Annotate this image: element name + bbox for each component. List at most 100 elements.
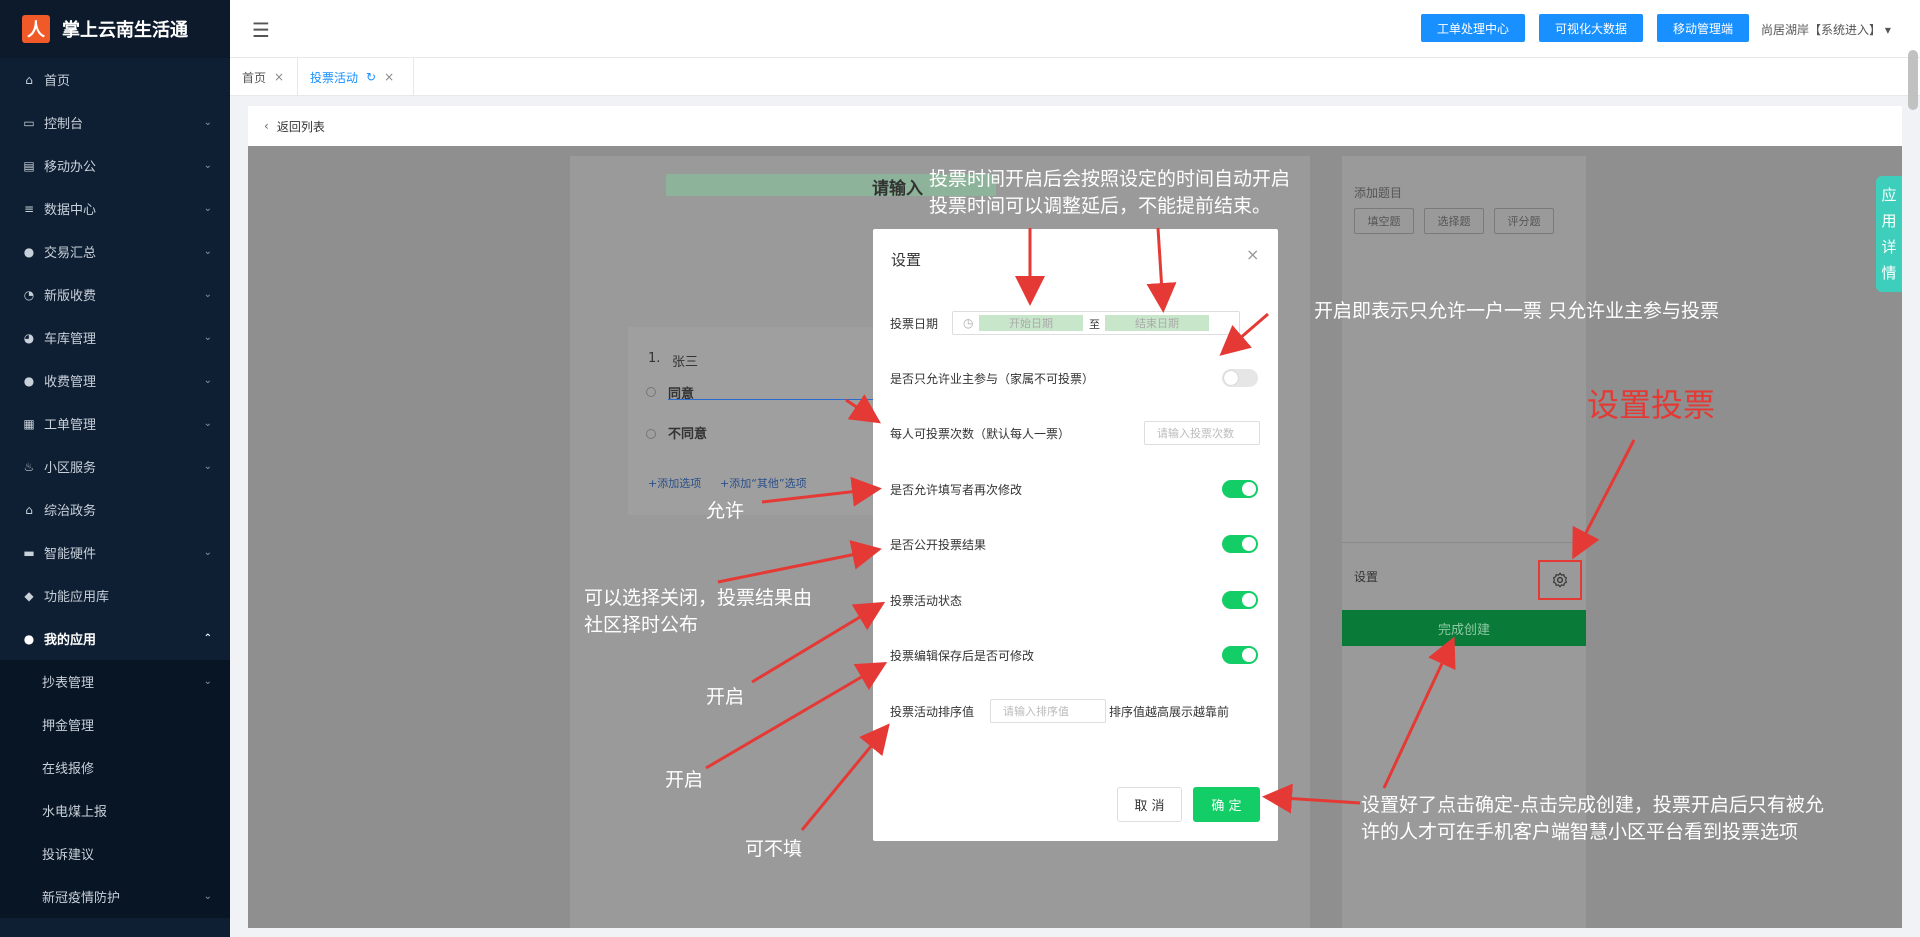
annotation-allow: 允许 [706,500,745,522]
sidebar-item[interactable]: ● 收费管理 ⌄ [0,359,230,402]
settings-gear-button[interactable] [1538,560,1582,600]
chevron-down-icon: ⌄ [203,117,212,128]
sidebar-subitem[interactable]: 押金管理 [0,703,230,746]
sidebar-subitem[interactable]: 在线报修 [0,746,230,789]
sidebar-item[interactable]: ▬ 智能硬件 ⌄ [0,531,230,574]
app-detail-char: 详 [1881,238,1897,256]
sidebar-item[interactable]: ▭ 控制台 ⌄ [0,101,230,144]
finish-create-button[interactable]: 完成创建 [1342,610,1586,646]
sidebar-item-label: 数据中心 [44,203,97,218]
sidebar-item[interactable]: ◆ 功能应用库 [0,574,230,617]
question-card[interactable]: 1. 张三 同意 不同意 +添加选项 +添加“其他”选项 [628,327,878,515]
vote-date-range-picker[interactable]: ◷ 开始日期 至 结束日期 [952,311,1240,335]
sidebar-item-label: 交易汇总 [44,246,97,261]
back-to-list-link[interactable]: 返回列表 [277,118,325,135]
rating-button[interactable]: 评分题 [1494,208,1554,234]
add-option-link[interactable]: +添加选项 [648,475,701,491]
sidebar-item-label: 功能应用库 [44,590,110,605]
database-icon: ≡ [23,201,35,216]
visual-bigdata-button[interactable]: 可视化大数据 [1539,14,1643,42]
sidebar-item[interactable]: ⌂ 首页 [0,58,230,101]
owner-only-label: 是否只允许业主参与（家属不可投票） [890,372,1095,386]
start-date-input[interactable]: 开始日期 [979,315,1083,331]
cancel-button[interactable]: 取 消 [1117,787,1182,822]
annotation-time-line2: 投票时间可以调整延后，不能提前结束。 [929,195,1272,217]
refresh-icon[interactable]: ↻ [366,70,376,84]
sidebar-item[interactable]: ♨ 小区服务 ⌄ [0,445,230,488]
annotation-optional: 可不填 [745,838,803,860]
brand[interactable]: 人 掌上云南生活通 [0,0,230,58]
sidebar-item[interactable]: ≡ 数据中心 ⌄ [0,187,230,230]
chevron-down-icon: ⌄ [203,418,212,429]
chevron-down-icon: ⌄ [203,891,212,902]
sidebar-item[interactable]: ● 我的应用 ⌃ [0,617,230,660]
sort-note: 排序值越高展示越靠前 [1109,705,1230,719]
radio-icon [646,387,656,397]
sidebar-item[interactable]: ◔ 新版收费 ⌄ [0,273,230,316]
toggle-knob [1242,537,1256,551]
tab-label: 首页 [242,70,267,85]
sidebar-subitem-label: 押金管理 [42,719,95,734]
activity-status-toggle[interactable] [1222,591,1258,609]
sidebar-subitem[interactable]: 抄表管理 ⌄ [0,660,230,703]
vote-date-label: 投票日期 [890,317,939,331]
workorder-center-button[interactable]: 工单处理中心 [1421,14,1525,42]
choice-button[interactable]: 选择题 [1424,208,1484,234]
document-icon: ▦ [23,416,35,431]
moneybag-icon: ● [23,244,35,259]
mobile-admin-button[interactable]: 移动管理端 [1657,14,1749,42]
sidebar-item[interactable]: ● 交易汇总 ⌄ [0,230,230,273]
close-icon[interactable]: × [1246,245,1259,264]
sidebar-item-label: 小区服务 [44,461,97,476]
toggle-knob [1242,648,1256,662]
public-result-label: 是否公开投票结果 [890,538,987,552]
vote-count-input[interactable]: 请输入投票次数 [1144,421,1260,445]
allow-modify-toggle[interactable] [1222,480,1258,498]
monitor-icon: ▭ [23,115,35,130]
app-detail-char: 应 [1881,186,1897,204]
sidebar-item[interactable]: ▤ 移动办公 ⌄ [0,144,230,187]
sidebar-subitem[interactable]: 新冠疫情防护 ⌄ [0,875,230,918]
app-detail-tab[interactable]: 应 用 详 情 [1876,176,1902,292]
hardware-icon: ▬ [23,545,35,560]
survey-title-text: 请输入 [872,179,923,199]
owner-only-toggle[interactable] [1222,369,1258,387]
back-bar[interactable]: ‹ 返回列表 [248,106,1902,146]
tab-home[interactable]: 首页 × [230,58,298,96]
cube-icon: ◆ [24,588,34,603]
annotation-owner-only: 开启即表示只允许一户一票 只允许业主参与投票 [1314,300,1720,322]
editable-after-save-toggle[interactable] [1222,646,1258,664]
scrollbar[interactable] [1908,50,1918,110]
sidebar-menu: ⌂ 首页 ▭ 控制台 ⌄ ▤ 移动办公 ⌄ ≡ 数据中心 ⌄ ● 交易汇总 ⌄ ◔ 新版收费 ⌄ ◕ 车库管理 ⌄ ● 收… [0,58,230,660]
sidebar-subitem[interactable]: 投诉建议 [0,832,230,875]
radio-icon [646,429,656,439]
end-date-input[interactable]: 结束日期 [1105,315,1209,331]
close-icon[interactable]: × [274,70,284,84]
app-detail-char: 用 [1881,212,1897,230]
service-icon: ♨ [23,459,35,474]
app-title: 掌上云南生活通 [62,20,188,41]
sidebar-item[interactable]: ◕ 车库管理 ⌄ [0,316,230,359]
sidebar-item-label: 收费管理 [44,375,97,390]
sidebar-item[interactable]: ⌂ 综治政务 [0,488,230,531]
sidebar-item[interactable]: ▦ 工单管理 ⌄ [0,402,230,445]
sidebar-subitem-label: 在线报修 [42,762,95,777]
sidebar-item-label: 工单管理 [44,418,97,433]
fill-blank-button[interactable]: 填空题 [1354,208,1414,234]
menu-toggle-icon[interactable]: ☰ [252,18,270,42]
close-icon[interactable]: × [384,70,394,84]
sidebar-subitem[interactable]: 水电煤上报 [0,789,230,832]
sort-input[interactable]: 请输入排序值 [990,699,1106,723]
add-other-option-link[interactable]: +添加“其他”选项 [720,475,807,491]
allow-modify-label: 是否允许填写者再次修改 [890,483,1023,497]
pie-icon: ◔ [23,287,35,302]
public-result-toggle[interactable] [1222,535,1258,553]
confirm-button[interactable]: 确 定 [1193,787,1260,822]
option-disagree[interactable]: 不同意 [668,423,707,442]
tab-vote-activity[interactable]: 投票活动 ↻ × [298,58,414,96]
user-dropdown[interactable]: 尚居湖岸【系统进入】 ▾ [1761,21,1891,38]
sidebar-item-label: 智能硬件 [44,547,97,562]
sidebar-subitem-label: 新冠疫情防护 [42,891,121,906]
annotation-open1: 开启 [706,686,745,708]
app-logo-icon: 人 [22,15,50,43]
